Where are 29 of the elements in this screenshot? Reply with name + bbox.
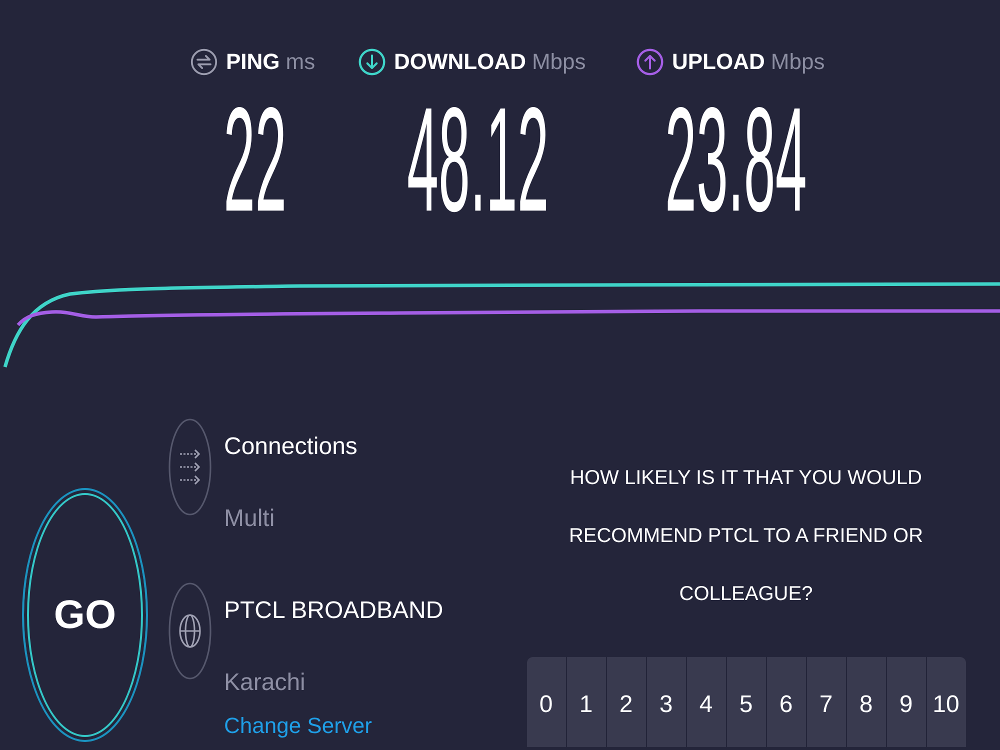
detail-title: PTCL BROADBAND [224, 596, 444, 626]
rating-option[interactable]: 10 [926, 657, 966, 747]
metric-value: 23.84 [665, 85, 807, 234]
rating-option[interactable]: 1 [566, 657, 606, 747]
detail-value: Multi [224, 504, 275, 534]
metric-label: DOWNLOAD [394, 49, 526, 75]
arrows-icon [168, 418, 212, 516]
survey-question: HOW LIKELY IS IT THAT YOU WOULD RECOMMEND PTCL TO A FRIEND OR COLLEAGUE? [568, 466, 924, 607]
metric-label: PING [226, 49, 280, 75]
metric-label: UPLOAD [672, 49, 765, 75]
metric-unit: ms [286, 49, 316, 75]
rating-option[interactable]: 0 [526, 657, 566, 747]
rating-option[interactable]: 7 [806, 657, 846, 747]
rating-option[interactable]: 2 [606, 657, 646, 747]
rating-option[interactable]: 6 [766, 657, 806, 747]
metric-unit: Mbps [532, 49, 586, 75]
rating-option[interactable]: 8 [846, 657, 886, 747]
metric-value: 22 [223, 85, 287, 234]
rating-option[interactable]: 5 [726, 657, 766, 747]
rating-option[interactable]: 9 [886, 657, 926, 747]
metric-value: 48.12 [407, 85, 549, 234]
go-button[interactable]: GO [22, 488, 148, 742]
change-server-link[interactable]: Change Server [224, 712, 372, 740]
metric-unit: Mbps [770, 49, 825, 75]
globe-icon [168, 582, 212, 680]
rating-option[interactable]: 4 [686, 657, 726, 747]
detail-title: Connections [224, 432, 358, 462]
detail-value: Karachi [224, 668, 306, 698]
rating-option[interactable]: 3 [646, 657, 686, 747]
